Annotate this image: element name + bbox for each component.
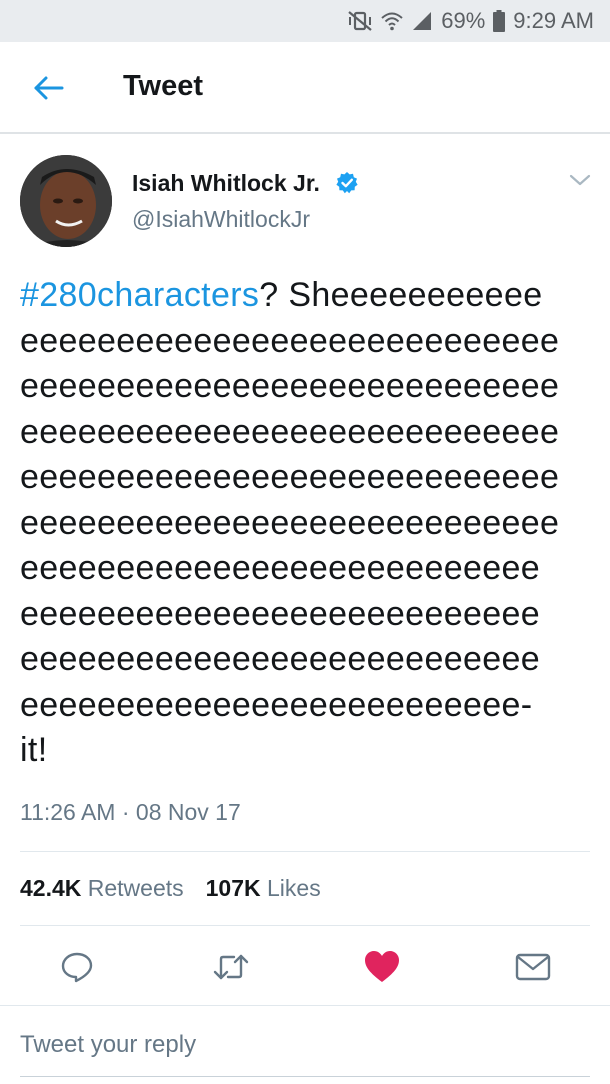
share-button[interactable] [513, 947, 553, 987]
tweet-text-line: eeeeeeeeeeeeeeeeeeeeeeeeeeee [20, 412, 560, 451]
reply-input-underline [20, 1076, 590, 1077]
chevron-down-icon[interactable] [567, 170, 593, 190]
avatar[interactable] [20, 155, 112, 247]
tweet-text-line: #280characters? Sheeeeeeeeeee [20, 273, 590, 319]
tweet-text-line: eeeeeeeeeeeeeeeeeeeeeeeeeee [20, 549, 540, 587]
heart-icon [365, 951, 399, 982]
envelope-icon [515, 953, 551, 981]
status-bar: 69% 9:29 AM [0, 0, 610, 42]
hashtag-link[interactable]: #280characters [20, 276, 259, 314]
vibrate-mute-icon [348, 11, 372, 31]
top-bar: Tweet [0, 42, 610, 134]
signal-icon [413, 12, 432, 30]
tweet-text-line: eeeeeeeeeeeeeeeeeeeeeeeeee- [20, 685, 533, 724]
wifi-icon [381, 12, 403, 31]
retweets-label: Retweets [87, 875, 184, 901]
avatar-image [20, 155, 112, 247]
tweet-text-segment: ? Sheeeeeeeeeee [259, 276, 543, 314]
tweet-text-line: eeeeeeeeeeeeeeeeeeeeeeeeeeee [20, 503, 560, 542]
tweet-text-line: eeeeeeeeeeeeeeeeeeeeeeeeeee [20, 640, 540, 678]
clock: 9:29 AM [513, 8, 594, 33]
retweets-count: 42.4K [20, 875, 82, 901]
likes-label: Likes [267, 875, 321, 901]
retweets-stat[interactable]: 42.4K Retweets [20, 875, 184, 902]
author-name[interactable]: Isiah Whitlock Jr. [132, 170, 320, 197]
tweet-text-line: eeeeeeeeeeeeeeeeeeeeeeeeeeee [20, 367, 560, 405]
engagement-stats: 42.4K Retweets 107K Likes [20, 875, 321, 902]
reply-input[interactable]: Tweet your reply [20, 1031, 196, 1059]
page-title: Tweet [123, 70, 204, 102]
reply-icon [61, 952, 93, 983]
tweet-text-line: eeeeeeeeeeeeeeeeeeeeeeeeeee [20, 594, 540, 633]
reply-button[interactable] [57, 947, 97, 987]
battery-icon [493, 10, 506, 32]
divider [0, 1005, 610, 1006]
tweet-text-line: it! [20, 731, 48, 769]
back-arrow-icon[interactable] [32, 72, 64, 104]
tweet-text: #280characters? Sheeeeeeeeeee eeeeeeeeee… [20, 273, 590, 774]
author-handle[interactable]: @IsiahWhitlockJr [132, 206, 310, 233]
retweet-button[interactable] [211, 947, 251, 987]
divider [20, 925, 590, 926]
verified-badge-icon [336, 172, 358, 194]
tweet-timestamp: 11:26 AM · 08 Nov 17 [20, 799, 241, 825]
tweet-text-line: eeeeeeeeeeeeeeeeeeeeeeeeeeee [20, 321, 560, 360]
tweet-text-line: eeeeeeeeeeeeeeeeeeeeeeeeeeee [20, 458, 560, 496]
divider [20, 851, 590, 852]
like-button[interactable] [362, 947, 402, 987]
likes-count: 107K [205, 875, 261, 901]
battery-percent: 69% [441, 8, 486, 33]
likes-stat[interactable]: 107K Likes [206, 875, 321, 902]
retweet-icon [213, 954, 249, 980]
